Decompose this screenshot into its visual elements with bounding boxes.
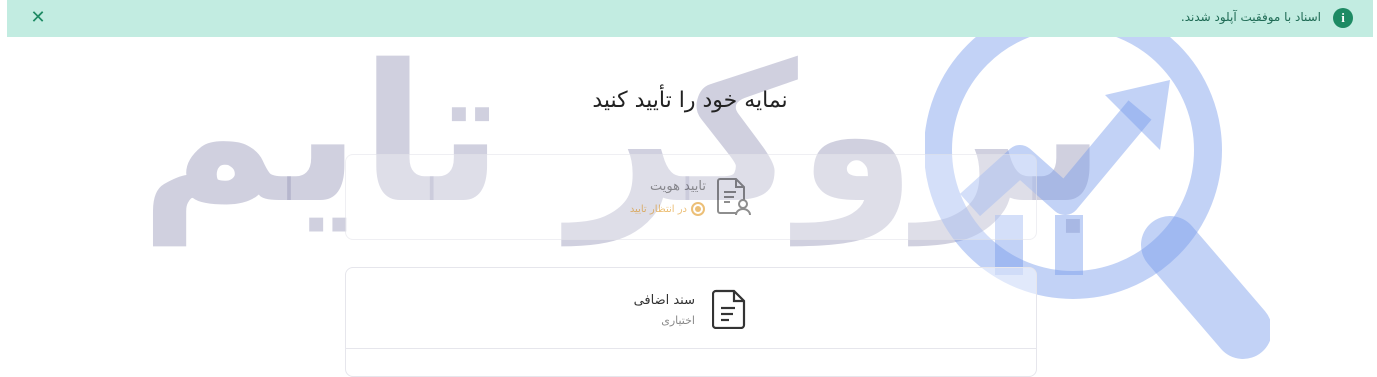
- document-user-icon: [717, 178, 751, 216]
- toast-message: اسناد با موفقیت آپلود شدند.: [1180, 10, 1321, 24]
- status-text: در انتظار تایید: [629, 203, 687, 215]
- divider: [346, 348, 1036, 349]
- identity-verification-card[interactable]: تایید هویت در انتظار تایید: [345, 154, 1037, 240]
- info-icon: i: [1333, 8, 1353, 28]
- card-subtitle: اختیاری: [661, 314, 695, 327]
- additional-document-card[interactable]: سند اضافی اختیاری: [345, 267, 1037, 377]
- close-icon[interactable]: ✕: [29, 8, 47, 28]
- card-title: سند اضافی: [633, 293, 695, 308]
- success-toast: i اسناد با موفقیت آپلود شدند. ✕: [7, 0, 1373, 37]
- pending-icon: [691, 202, 705, 216]
- status-badge: در انتظار تایید: [630, 202, 705, 216]
- document-icon: [712, 289, 746, 329]
- page-title: نمایه خود را تأیید کنید: [592, 88, 788, 113]
- card-title: تایید هویت: [649, 179, 706, 194]
